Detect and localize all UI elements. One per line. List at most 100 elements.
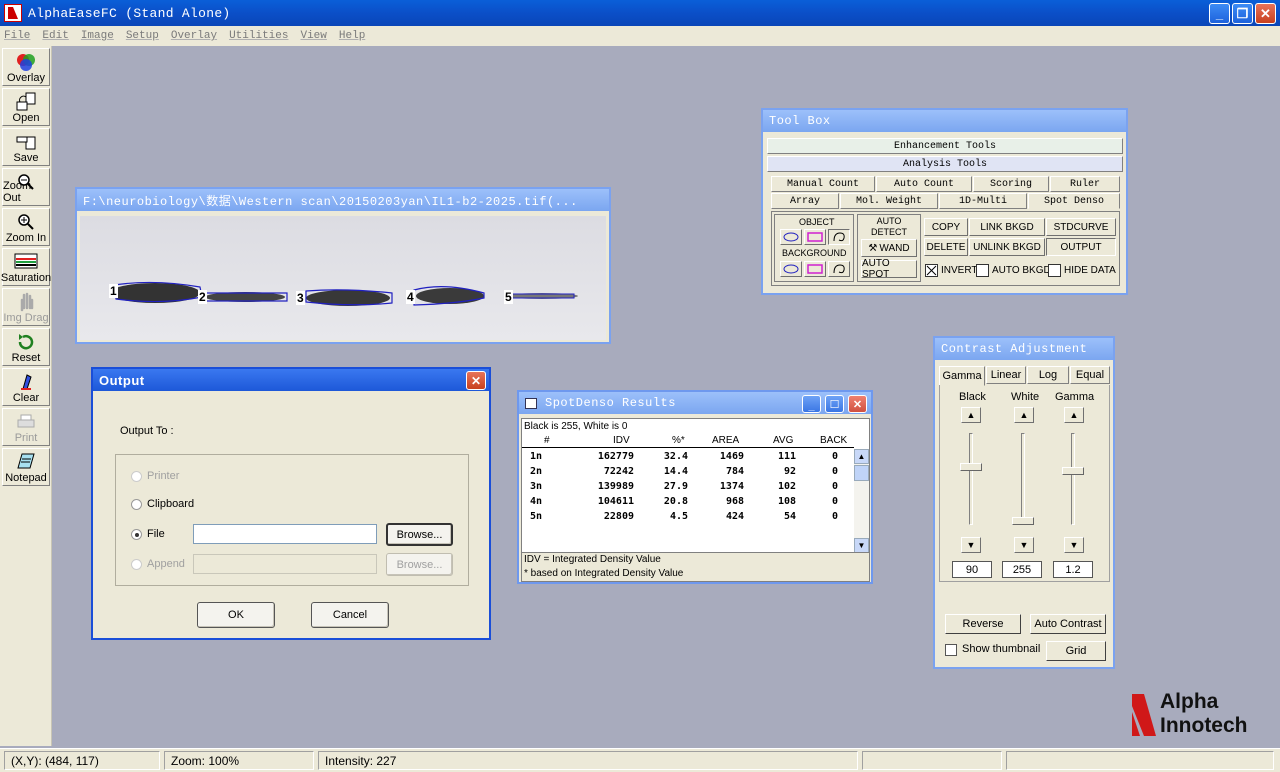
black-slider-track[interactable] — [969, 433, 973, 525]
reset-button[interactable]: Reset — [2, 328, 50, 366]
scroll-down-button[interactable]: ▼ — [854, 538, 869, 552]
background-ellipse-button[interactable] — [780, 261, 802, 277]
zoom-in-button[interactable]: Zoom In — [2, 208, 50, 246]
cancel-button[interactable]: Cancel — [311, 602, 389, 628]
tab-ruler[interactable]: Ruler — [1050, 176, 1120, 192]
menu-edit[interactable]: Edit — [42, 30, 68, 42]
output-button[interactable]: OUTPUT — [1046, 238, 1116, 256]
tab-auto-count[interactable]: Auto Count — [876, 176, 972, 192]
black-slider-thumb[interactable] — [960, 463, 982, 471]
black-down-button[interactable]: ▼ — [961, 537, 981, 553]
gamma-slider-thumb[interactable] — [1062, 467, 1084, 475]
hide-data-checkbox[interactable] — [1048, 264, 1061, 277]
band-label-3: 3 — [296, 291, 305, 305]
gamma-up-button[interactable]: ▲ — [1064, 407, 1084, 423]
white-up-button[interactable]: ▲ — [1014, 407, 1034, 423]
black-value-field[interactable]: 90 — [952, 561, 992, 578]
invert-checkbox[interactable] — [925, 264, 938, 277]
white-down-button[interactable]: ▼ — [1014, 537, 1034, 553]
save-button[interactable]: Save — [2, 128, 50, 166]
white-slider-thumb[interactable] — [1012, 517, 1034, 525]
tab-log[interactable]: Log — [1027, 366, 1069, 384]
table-row[interactable]: 2n 72242 14.4 784 92 0 — [522, 466, 854, 480]
col-header-number: # — [544, 435, 550, 446]
auto-contrast-button[interactable]: Auto Contrast — [1030, 614, 1106, 634]
menu-file[interactable]: File — [4, 30, 30, 42]
file-radio[interactable] — [131, 529, 142, 540]
analysis-tools-bar[interactable]: Analysis Tools — [767, 156, 1123, 172]
table-row[interactable]: 5n 22809 4.5 424 54 0 — [522, 511, 854, 525]
object-ellipse-button[interactable] — [780, 229, 802, 245]
minimize-button[interactable]: _ — [1209, 3, 1230, 24]
ok-button[interactable]: OK — [197, 602, 275, 628]
tab-equal[interactable]: Equal — [1070, 366, 1110, 384]
browse-append-button[interactable]: Browse... — [386, 553, 453, 576]
show-thumbnail-checkbox[interactable] — [945, 644, 957, 656]
background-rect-button[interactable] — [804, 261, 826, 277]
tab-manual-count[interactable]: Manual Count — [771, 176, 875, 192]
tab-linear[interactable]: Linear — [986, 366, 1026, 384]
print-button[interactable]: Print — [2, 408, 50, 446]
results-close-button[interactable]: ✕ — [848, 395, 867, 413]
link-bkgd-button[interactable]: LINK BKGD — [969, 218, 1045, 236]
object-freehand-button[interactable] — [828, 229, 850, 245]
results-maximize-button[interactable]: ☐ — [825, 395, 844, 413]
tab-gamma[interactable]: Gamma — [939, 366, 985, 386]
gamma-value-field[interactable]: 1.2 — [1053, 561, 1093, 578]
tab-spot-denso[interactable]: Spot Denso — [1028, 193, 1120, 209]
printer-radio[interactable] — [131, 471, 142, 482]
append-path-input[interactable] — [193, 554, 377, 574]
auto-spot-button[interactable]: AUTO SPOT — [861, 258, 917, 280]
table-row[interactable]: 4n 104611 20.8 968 108 0 — [522, 496, 854, 510]
results-minimize-button[interactable]: _ — [802, 395, 821, 413]
table-row[interactable]: 3n 139989 27.9 1374 102 0 — [522, 481, 854, 495]
tab-mol-weight[interactable]: Mol. Weight — [840, 193, 938, 209]
menu-view[interactable]: View — [300, 30, 326, 42]
white-slider-track[interactable] — [1021, 433, 1025, 525]
reverse-button[interactable]: Reverse — [945, 614, 1021, 634]
gamma-slider-track[interactable] — [1071, 433, 1075, 525]
saturation-button[interactable]: Saturation — [1, 248, 51, 286]
img-drag-button[interactable]: Img Drag — [2, 288, 50, 326]
zoom-out-button[interactable]: Zoom Out — [2, 168, 50, 206]
black-up-button[interactable]: ▲ — [961, 407, 981, 423]
unlink-bkgd-button[interactable]: UNLINK BKGD — [969, 238, 1045, 256]
auto-bkgd-checkbox[interactable] — [976, 264, 989, 277]
clipboard-radio[interactable] — [131, 499, 142, 510]
browse-file-button[interactable]: Browse... — [386, 523, 453, 546]
tab-1d-multi[interactable]: 1D-Multi — [939, 193, 1027, 209]
scroll-up-button[interactable]: ▲ — [854, 449, 869, 464]
white-value-field[interactable]: 255 — [1002, 561, 1042, 578]
file-path-input[interactable] — [193, 524, 377, 544]
wand-button[interactable]: ⚒ WAND — [861, 239, 917, 257]
gamma-down-button[interactable]: ▼ — [1064, 537, 1084, 553]
menu-setup[interactable]: Setup — [126, 30, 159, 42]
append-radio[interactable] — [131, 559, 142, 570]
delete-button[interactable]: DELETE — [924, 238, 968, 256]
tab-scoring[interactable]: Scoring — [973, 176, 1049, 192]
clear-button[interactable]: Clear — [2, 368, 50, 406]
close-button[interactable]: ✕ — [1255, 3, 1276, 24]
restore-button[interactable]: ❐ — [1232, 3, 1253, 24]
menu-image[interactable]: Image — [81, 30, 114, 42]
clipboard-label: Clipboard — [147, 498, 195, 510]
overlay-button[interactable]: Overlay — [2, 48, 50, 86]
enhancement-tools-bar[interactable]: Enhancement Tools — [767, 138, 1123, 154]
output-dialog-close-button[interactable]: ✕ — [466, 371, 486, 390]
open-button[interactable]: Open — [2, 88, 50, 126]
menu-overlay[interactable]: Overlay — [171, 30, 217, 42]
copy-button[interactable]: COPY — [924, 218, 968, 236]
scroll-thumb[interactable] — [854, 465, 869, 481]
menu-help[interactable]: Help — [339, 30, 365, 42]
table-row[interactable]: 1n 162779 32.4 1469 111 0 — [522, 451, 854, 465]
stdcurve-button[interactable]: STDCURVE — [1046, 218, 1116, 236]
results-footnote-area: IDV = Integrated Density Value * based o… — [521, 552, 870, 582]
object-rect-button[interactable] — [804, 229, 826, 245]
menu-utilities[interactable]: Utilities — [229, 30, 288, 42]
tab-array[interactable]: Array — [771, 193, 839, 209]
output-dialog-title: Output — [93, 369, 489, 391]
background-freehand-button[interactable] — [828, 261, 850, 277]
notepad-button[interactable]: Notepad — [2, 448, 50, 486]
results-scrollbar[interactable]: ▲ ▼ — [854, 449, 869, 552]
grid-button[interactable]: Grid — [1046, 641, 1106, 661]
